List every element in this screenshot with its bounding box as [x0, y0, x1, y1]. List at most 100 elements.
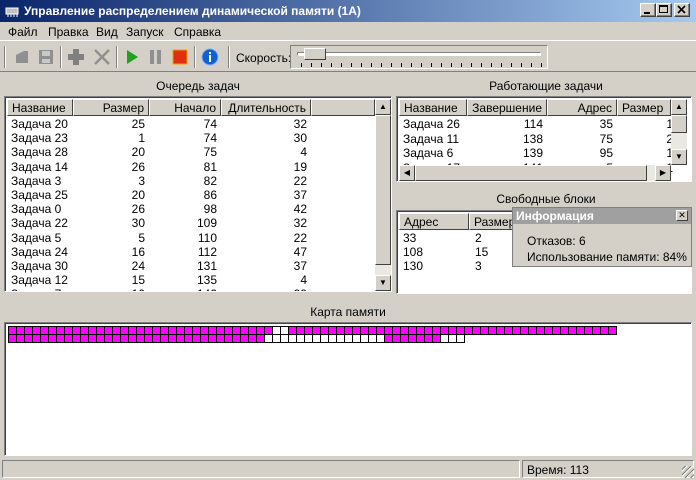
status-panel-main [2, 460, 520, 478]
queue-cell: 42 [293, 202, 307, 217]
menu-file[interactable]: Файл [8, 25, 38, 39]
queue-row[interactable]: Задача 24 16 112 47 [7, 244, 391, 259]
queue-cell: 98 [203, 202, 217, 217]
menu-edit[interactable]: Правка [48, 25, 89, 39]
queue-col-duration[interactable]: Длительность [221, 99, 311, 116]
delete-task-button[interactable] [92, 47, 112, 67]
memory-map[interactable] [4, 322, 692, 456]
queue-cell: 30 [293, 131, 307, 146]
maximize-button[interactable] [656, 3, 672, 17]
queue-row[interactable]: Задача 710 142 29 [7, 287, 391, 291]
speed-slider-tick [361, 63, 362, 67]
running-hscroll[interactable]: ◀ ▶ [399, 165, 671, 181]
menu-run[interactable]: Запуск [126, 25, 164, 39]
pause-button[interactable] [146, 47, 166, 67]
memory-map-title: Карта памяти [310, 305, 386, 319]
queue-cell: 37 [293, 259, 307, 273]
refusals-count: Отказов: 6 [527, 234, 586, 248]
save-button[interactable] [36, 47, 56, 67]
queue-row[interactable]: Задача 12 15 135 4 [7, 273, 391, 288]
arrow-down-icon: ▼ [675, 152, 683, 161]
speed-slider-tick [351, 63, 352, 67]
scroll-down-button[interactable]: ▼ [375, 275, 391, 291]
status-time: Время: 113 [522, 460, 694, 478]
scroll-up-button[interactable]: ▲ [375, 99, 391, 115]
add-task-button[interactable] [66, 47, 86, 67]
queue-cell: 5 [138, 230, 145, 245]
running-list[interactable]: Название Завершение Адрес Размер Задача … [396, 96, 692, 182]
queue-row[interactable]: Задача 14 26 81 19 [7, 160, 391, 174]
running-cell: 95 [599, 146, 613, 160]
resize-grip[interactable] [682, 466, 694, 478]
speed-slider-tick [471, 63, 472, 67]
queue-col-start[interactable]: Начало [149, 99, 221, 116]
running-title: Работающие задачи [489, 79, 603, 93]
scroll-down-button[interactable]: ▼ [671, 149, 687, 165]
speed-slider-tick [371, 63, 372, 67]
running-col-name[interactable]: Название [399, 99, 467, 116]
running-col-address[interactable]: Адрес [547, 99, 617, 116]
queue-vscroll[interactable]: ▲ ▼ [375, 99, 391, 291]
menu-help[interactable]: Справка [174, 25, 221, 39]
stop-button[interactable] [170, 47, 190, 67]
play-button[interactable] [122, 47, 142, 67]
queue-list[interactable]: Название Размер Начало Длительность Зада… [4, 96, 392, 292]
info-popup-title-bar[interactable]: Информация ✕ [513, 208, 691, 224]
menu-view[interactable]: Вид [96, 25, 118, 39]
open-button[interactable] [12, 47, 32, 67]
about-button[interactable] [200, 47, 220, 67]
queue-scroll-thumb[interactable] [375, 115, 391, 265]
queue-cell: 10 [75, 287, 145, 291]
queue-row[interactable]: Задача 22 30 109 32 [7, 216, 391, 231]
running-row[interactable]: Задача 26 114 35 1 [399, 117, 691, 131]
info-popup[interactable]: Информация ✕ Отказов: 6 Использование па… [512, 207, 692, 267]
running-col-end[interactable]: Завершение [467, 99, 547, 116]
speed-slider-tick [451, 63, 452, 67]
scroll-right-button[interactable]: ▶ [655, 165, 671, 181]
memory-cell-used [608, 326, 617, 335]
queue-row[interactable]: Задача 5 5 110 22 [7, 230, 391, 245]
queue-row[interactable]: Задача 28 20 75 4 [7, 145, 391, 159]
queue-row[interactable]: Задача 23 1 74 30 [7, 131, 391, 146]
running-cell: 1 [666, 117, 673, 131]
queue-row[interactable]: Задача 20 25 74 32 [7, 117, 391, 131]
toolbar-grip [4, 46, 6, 68]
memory-cell-free [456, 334, 465, 343]
queue-col-name[interactable]: Название [7, 99, 73, 116]
speed-slider-thumb[interactable] [304, 48, 326, 60]
queue-cell: 109 [196, 216, 217, 231]
status-bar: Время: 113 [0, 458, 696, 480]
speed-slider-tick [461, 63, 462, 67]
arrow-right-icon: ▶ [659, 168, 667, 177]
queue-cell: Задача 5 [11, 230, 62, 245]
running-scroll-thumb[interactable] [671, 115, 687, 133]
arrow-left-icon: ◀ [403, 168, 411, 177]
running-hscroll-thumb[interactable] [415, 165, 647, 181]
queue-cell: 47 [293, 244, 307, 259]
queue-row[interactable]: Задача 25 20 86 37 [7, 188, 391, 202]
queue-col-size[interactable]: Размер [73, 99, 149, 116]
title-bar[interactable]: Управление распределением динамической п… [0, 0, 696, 22]
queue-row[interactable]: Задача 30 24 131 37 [7, 259, 391, 273]
running-vscroll[interactable]: ▲ ▼ [671, 99, 687, 165]
queue-row[interactable]: Задача 3 3 82 22 [7, 173, 391, 188]
window-title: Управление распределением динамической п… [24, 4, 361, 18]
queue-cell: 74 [203, 117, 217, 131]
running-cell: 2 [666, 131, 673, 146]
scroll-up-button[interactable]: ▲ [671, 99, 687, 115]
queue-cell: Задача 12 [11, 273, 68, 288]
minimize-button[interactable] [640, 3, 656, 17]
queue-cell: 32 [293, 216, 307, 231]
close-button[interactable] [674, 3, 690, 17]
speed-slider[interactable] [290, 45, 548, 69]
queue-cell: 29 [223, 287, 307, 291]
running-row[interactable]: Задача 6 139 95 1 [399, 146, 691, 160]
running-row[interactable]: Задача 11 138 75 2 [399, 131, 691, 146]
running-col-size[interactable]: Размер [617, 99, 671, 116]
free-col-address[interactable]: Адрес [399, 213, 469, 230]
queue-row[interactable]: Задача 0 26 98 42 [7, 202, 391, 217]
queue-cell: 3 [138, 173, 145, 188]
minimize-icon [644, 12, 650, 14]
info-close-button[interactable]: ✕ [676, 210, 688, 221]
scroll-left-button[interactable]: ◀ [399, 165, 415, 181]
